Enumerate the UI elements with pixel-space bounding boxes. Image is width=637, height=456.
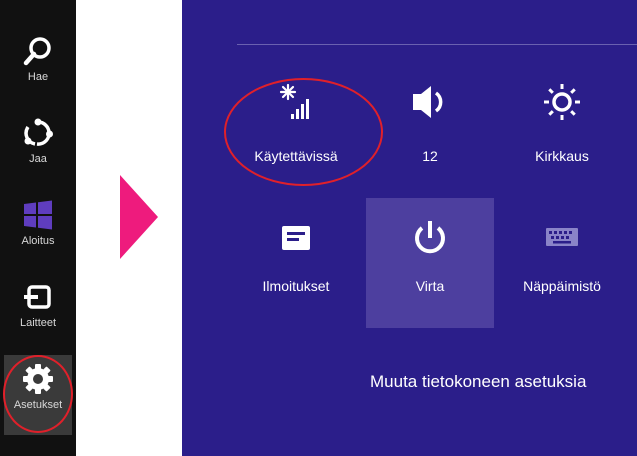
panel-divider (237, 44, 637, 45)
charm-start[interactable]: Aloitus (4, 191, 72, 271)
notifications-label: Ilmoitukset (262, 278, 330, 294)
charm-share[interactable]: Jaa (4, 109, 72, 189)
brightness-label: Kirkkaus (535, 148, 589, 164)
pointer-arrow (120, 175, 158, 259)
notification-icon (282, 226, 310, 250)
speaker-icon (413, 86, 443, 118)
charm-search-label: Hae (27, 71, 49, 83)
volume-label: 12 (422, 148, 438, 164)
charms-bar: Hae Jaa Aloitus Laitteet Asetukset (0, 0, 76, 456)
power-tile[interactable]: Virta (366, 198, 494, 328)
network-label: Käytettävissä (254, 148, 338, 164)
charm-settings-label: Asetukset (13, 399, 63, 411)
charm-settings[interactable]: Asetukset (4, 355, 72, 435)
change-pc-settings-link[interactable]: Muuta tietokoneen asetuksia (370, 372, 586, 392)
power-icon (415, 221, 445, 254)
keyboard-tile[interactable]: Näppäimistö (498, 218, 626, 348)
charm-devices-label: Laitteet (19, 317, 57, 329)
search-icon (23, 37, 51, 66)
sun-icon (544, 84, 580, 120)
volume-tile[interactable]: 12 (366, 82, 494, 212)
charm-start-label: Aloitus (21, 235, 55, 247)
charm-share-label: Jaa (29, 153, 47, 165)
windows-logo-icon (24, 200, 52, 230)
notifications-tile[interactable]: Ilmoitukset (232, 218, 360, 348)
charm-search[interactable]: Hae (4, 27, 72, 107)
keyboard-label: Näppäimistö (523, 278, 601, 294)
power-label: Virta (415, 278, 445, 294)
devices-icon (24, 285, 51, 309)
keyboard-icon (546, 228, 578, 246)
network-tile[interactable]: Käytettävissä (232, 82, 360, 212)
gear-icon (23, 364, 53, 394)
charm-devices[interactable]: Laitteet (4, 273, 72, 353)
network-signal-icon (279, 83, 309, 119)
share-icon (24, 118, 53, 146)
settings-panel: Käytettävissä 12 Kirkkaus Ilmoitukset Vi… (182, 0, 637, 456)
brightness-tile[interactable]: Kirkkaus (498, 82, 626, 212)
